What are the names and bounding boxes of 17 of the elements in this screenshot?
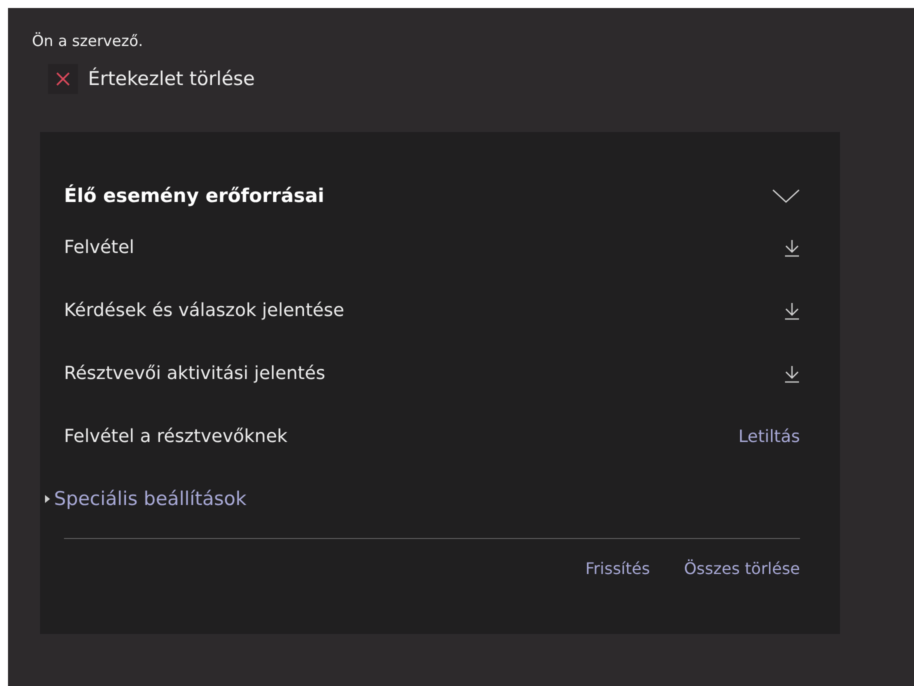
resource-label: Kérdések és válaszok jelentése xyxy=(64,300,344,321)
resource-label: Résztvevői aktivitási jelentés xyxy=(64,363,326,384)
advanced-settings-link[interactable]: Speciális beállítások xyxy=(54,488,247,510)
expand-triangle-icon[interactable] xyxy=(44,494,51,504)
resource-label: Felvétel a résztvevőknek xyxy=(64,426,288,447)
download-icon[interactable] xyxy=(784,302,800,320)
footer-link[interactable]: Frissítés xyxy=(585,559,650,578)
disable-link[interactable]: Letiltás xyxy=(738,426,800,446)
organizer-note: Ön a szervező. xyxy=(32,32,144,50)
resource-label: Felvétel xyxy=(64,237,134,258)
download-icon[interactable] xyxy=(784,364,800,382)
footer-link[interactable]: Összes törlése xyxy=(684,559,800,578)
delete-meeting-button[interactable]: Értekezlet törlése xyxy=(88,68,255,90)
close-icon[interactable] xyxy=(48,64,78,94)
chevron-icon[interactable] xyxy=(772,188,800,204)
download-icon[interactable] xyxy=(784,238,800,256)
section-title: Élő esemény erőforrásai xyxy=(64,185,324,207)
